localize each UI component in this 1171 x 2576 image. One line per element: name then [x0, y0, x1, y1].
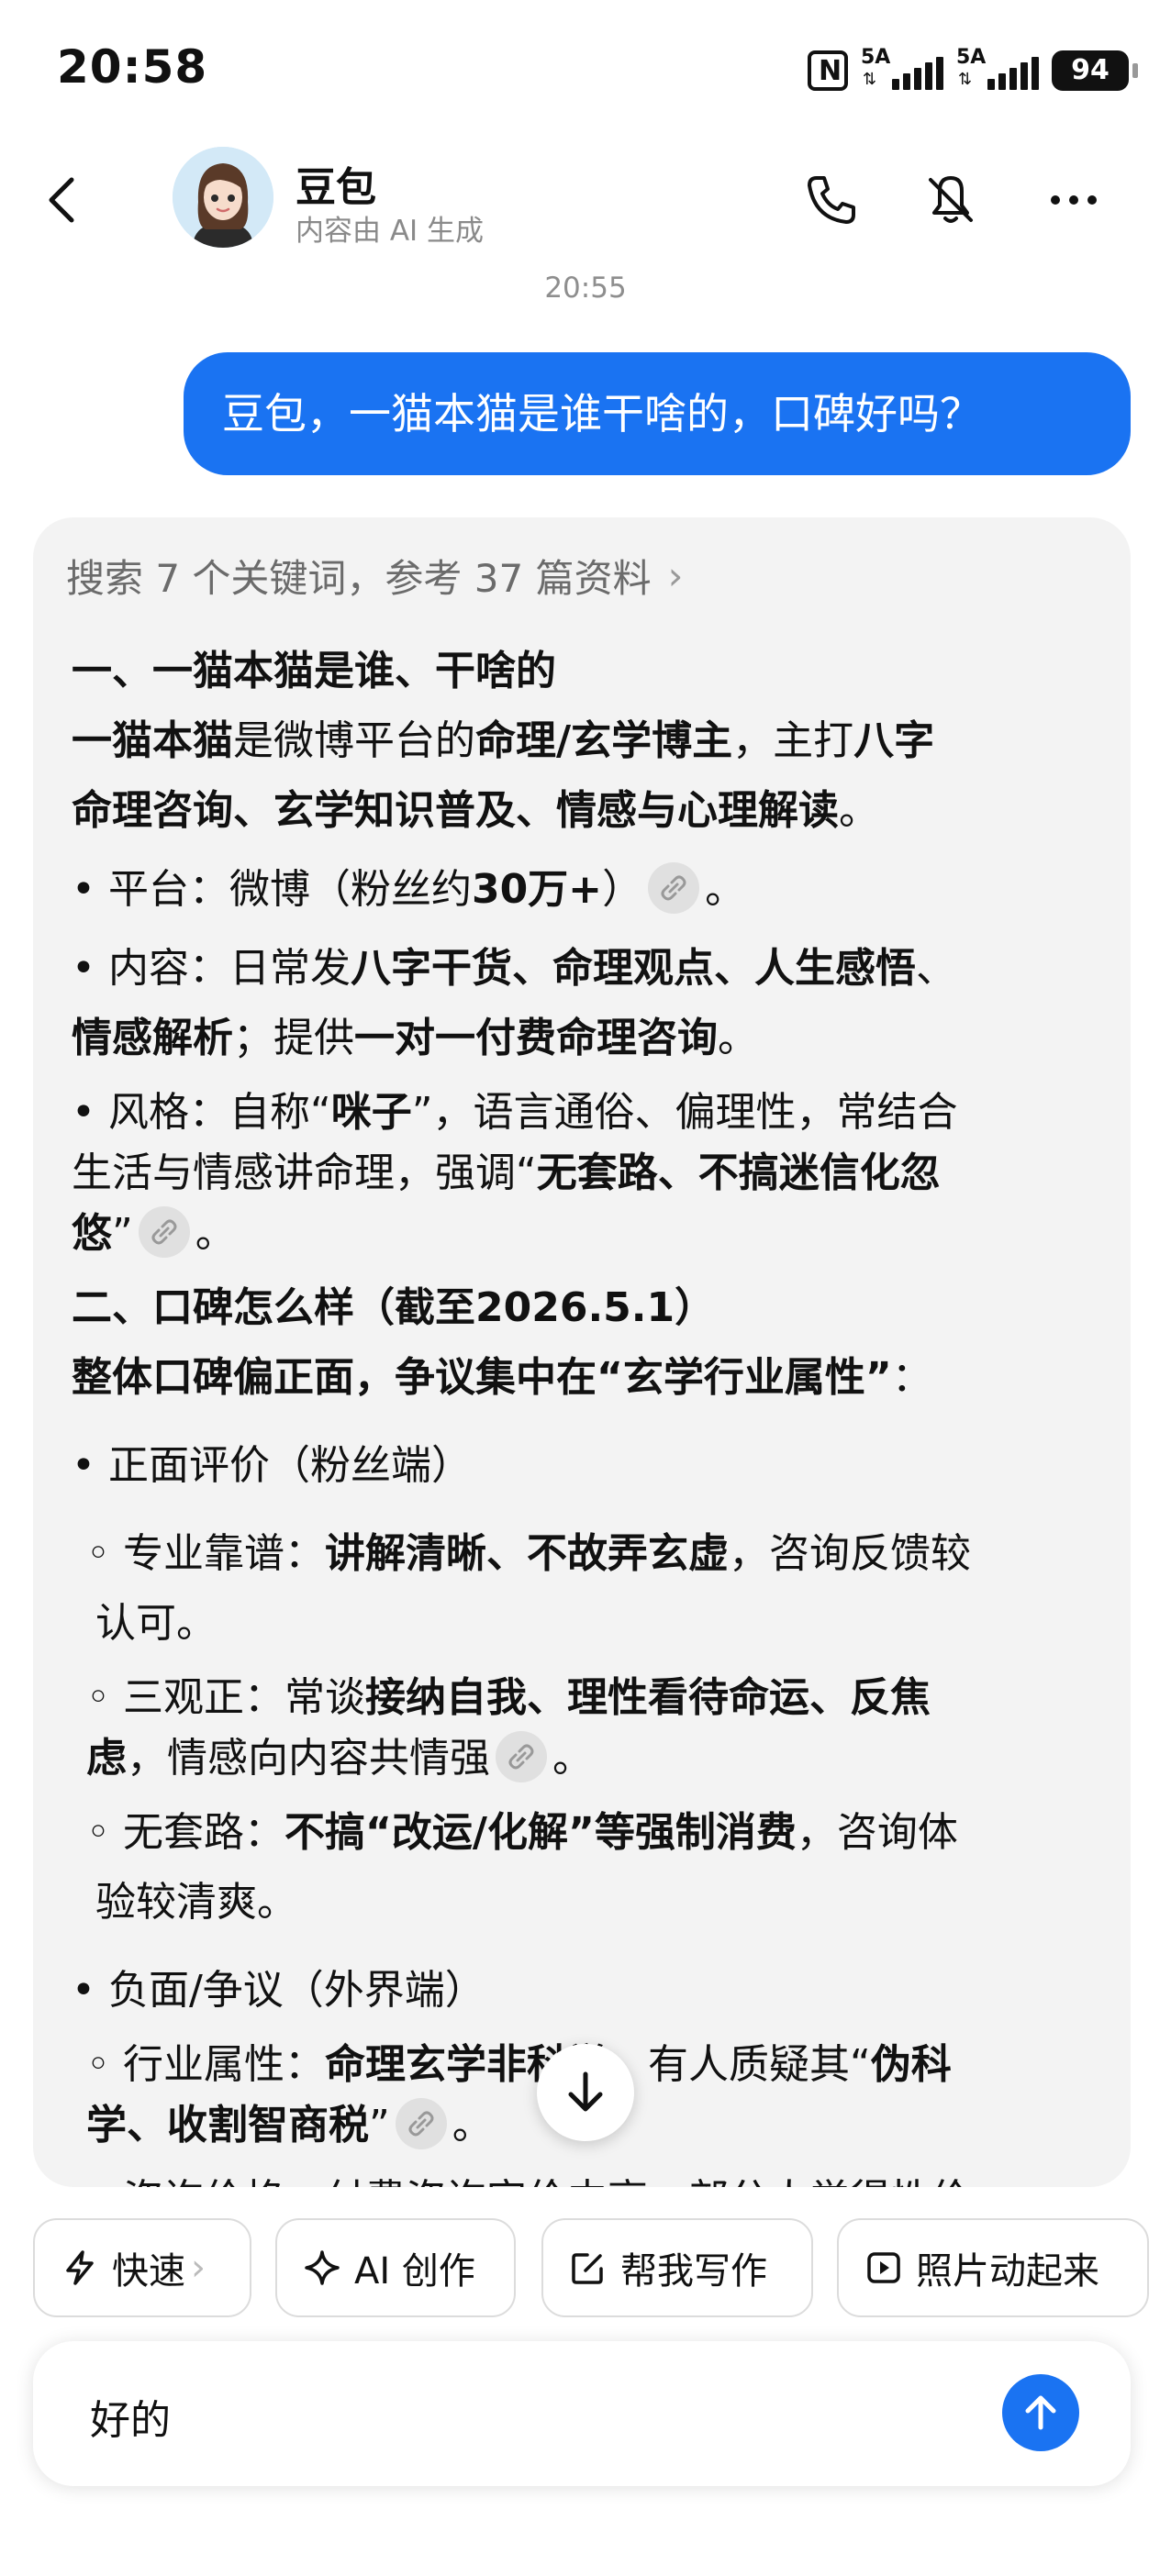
status-indicators: 5A ⇅ 5A ⇅ 94 [808, 46, 1138, 94]
lightning-icon [66, 2250, 94, 2285]
nfc-icon [808, 50, 848, 91]
message-input[interactable]: 好的 [90, 2387, 171, 2446]
section-heading: 一、一猫本猫是谁、干啥的 [72, 648, 556, 694]
list-item: • 内容：日常发八字干货、命理观点、人生感悟、 [72, 945, 956, 992]
battery-indicator: 94 [1052, 50, 1138, 91]
arrow-up-icon [1025, 2395, 1056, 2430]
more-options-button[interactable] [1044, 171, 1103, 229]
sub-list-item: ◦ 无套路：不搞“改运/化解”等强制消费，咨询体 [86, 1809, 958, 1856]
status-time: 20:58 [57, 40, 208, 94]
section-heading: 二、口碑怎么样（截至2026.5.1） [72, 1284, 716, 1331]
list-item: • 负面/争议（外界端） [72, 1967, 485, 2014]
intro-line: 一猫本猫是微博平台的命理/玄学博主，主打八字 [72, 717, 935, 764]
scroll-down-button[interactable] [537, 2044, 634, 2141]
link-icon[interactable] [138, 1206, 190, 1258]
chevron-right-icon: › [667, 552, 684, 598]
link-icon[interactable] [395, 2098, 447, 2149]
edit-icon [572, 2253, 603, 2284]
chip-label: 快速 [112, 2250, 185, 2293]
mute-speaker-icon [929, 176, 973, 223]
sub-list-item-cont: 认可。 [95, 1600, 217, 1647]
play-icon [867, 2252, 900, 2283]
chat-title: 豆包 [296, 164, 376, 211]
signal-icon: 5A ⇅ [861, 46, 943, 92]
list-item: • 平台：微博（粉丝约30万+）。 [72, 855, 1109, 925]
phone-icon [808, 176, 855, 224]
ai-answer-body: 一、一猫本猫是谁、干啥的 一猫本猫是微博平台的命理/玄学博主，主打八字 命理咨询… [72, 637, 1109, 2187]
overall-summary: 整体口碑偏正面，争议集中在“玄学行业属性”： [72, 1354, 932, 1401]
chip-label: 帮我写作 [620, 2250, 767, 2293]
sparkle-icon [305, 2250, 340, 2285]
avatar[interactable] [173, 147, 273, 248]
chevron-left-icon [49, 177, 74, 223]
message-input-bar[interactable]: 好的 [33, 2341, 1131, 2486]
sub-list-item: ◦ 三观正：常谈接纳自我、理性看待命运、反焦 [86, 1674, 931, 1721]
ai-answer-card: 搜索 7 个关键词，参考 37 篇资料 › 一、一猫本猫是谁、干啥的 一猫本猫是… [33, 517, 1131, 2187]
chip-fast-mode[interactable]: 快速 › [33, 2218, 251, 2317]
sub-list-item-cont: 验较清爽。 [95, 1879, 297, 1926]
sub-list-item: ◦ 咨询价格：付费咨询定价中高，部分人觉得性价 [86, 2165, 1109, 2187]
status-bar: 20:58 5A ⇅ 5A ⇅ 94 [0, 0, 1171, 138]
sub-list-item-cont: 虑，情感向内容共情强。 [86, 1728, 1109, 1789]
phone-call-button[interactable] [802, 171, 861, 229]
list-item-cont: 情感解析；提供一对一付费命理咨询。 [72, 1015, 758, 1061]
list-item-cont: 悠”。 [72, 1204, 1109, 1264]
arrow-down-icon [568, 2071, 603, 2112]
chip-label: 照片动起来 [916, 2250, 1099, 2293]
list-item-cont: 生活与情感讲命理，强调“无套路、不搞迷信化忽 [72, 1149, 941, 1196]
chat-header: 豆包 内容由 AI 生成 [0, 138, 1171, 266]
intro-line: 命理咨询、玄学知识普及、情感与心理解读。 [72, 787, 879, 834]
sim1-label: 5A [861, 46, 891, 69]
chip-animate-photo[interactable]: 照片动起来 [837, 2218, 1149, 2317]
chip-help-write[interactable]: 帮我写作 [541, 2218, 813, 2317]
link-icon[interactable] [496, 1731, 547, 1782]
back-button[interactable] [37, 172, 92, 228]
list-item: • 正面评价（粉丝端） [72, 1442, 472, 1489]
send-button[interactable] [1002, 2374, 1079, 2451]
signal-icon: 5A ⇅ [956, 46, 1039, 92]
chip-ai-create[interactable]: AI 创作 [275, 2218, 516, 2317]
chat-subtitle: 内容由 AI 生成 [296, 215, 485, 248]
search-sources-button[interactable]: 搜索 7 个关键词，参考 37 篇资料 › [33, 517, 710, 633]
mute-button[interactable] [921, 171, 980, 229]
chip-label: AI 创作 [354, 2250, 475, 2293]
list-item: • 风格：自称“咪子”，语言通俗、偏理性，常结合 [72, 1089, 958, 1136]
message-timestamp: 20:55 [544, 272, 627, 305]
user-message-bubble[interactable]: 豆包，一猫本猫是谁干啥的，口碑好吗？ [184, 352, 1131, 475]
link-icon[interactable] [648, 862, 700, 914]
search-summary: 搜索 7 个关键词，参考 37 篇资料 [66, 555, 652, 601]
chevron-right-icon: › [191, 2247, 206, 2289]
sim2-label: 5A [956, 46, 987, 69]
sub-list-item: ◦ 专业靠谱：讲解清晰、不故弄玄虚，咨询反馈较 [86, 1530, 971, 1577]
more-dots-icon [1051, 195, 1097, 205]
